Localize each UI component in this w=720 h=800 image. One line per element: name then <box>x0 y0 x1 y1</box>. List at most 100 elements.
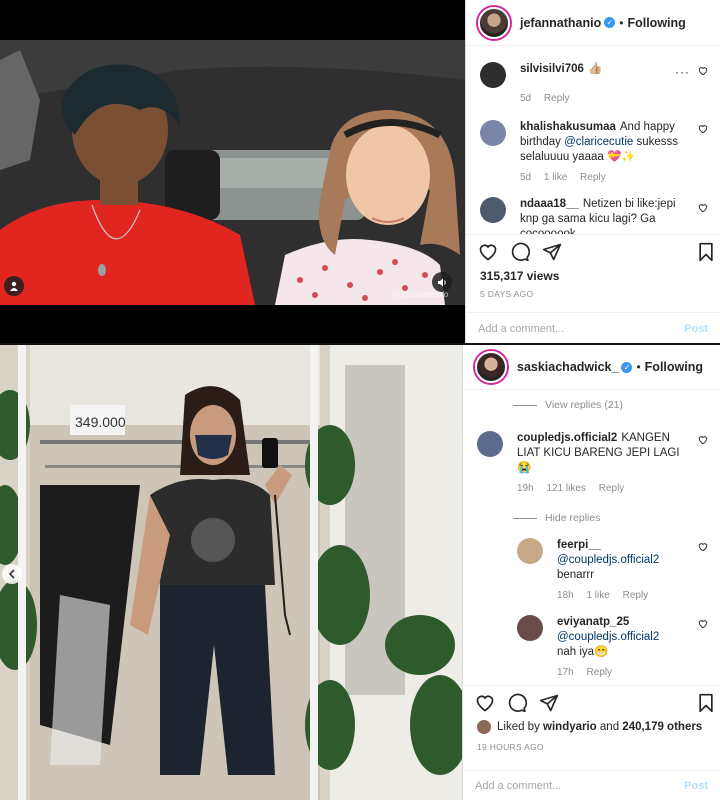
liked-by-avatar[interactable] <box>477 720 491 734</box>
mention-link[interactable]: @coupledjs.official2 <box>557 631 659 643</box>
username[interactable]: saskiachadwick_ <box>517 360 618 374</box>
separator-dot: • <box>619 15 624 30</box>
post-2: 349.000 saskiachadwick_ ✓ • Following Vi… <box>0 345 720 800</box>
share-icon[interactable] <box>542 242 562 262</box>
comments-list[interactable]: silvisilvi706 👍🏼 5d Reply ··· khalishakus… <box>466 62 720 234</box>
comment-username[interactable]: feerpi__ <box>557 539 601 551</box>
like-icon[interactable] <box>475 693 495 713</box>
separator-dot: • <box>636 360 641 374</box>
comment-time[interactable]: 18h <box>557 590 574 601</box>
post-comment-button[interactable]: Post <box>684 780 708 792</box>
price-tag: 349.000 <box>75 414 126 430</box>
like-heart-icon[interactable] <box>698 542 708 552</box>
comment-username[interactable]: coupledjs.official2 <box>517 432 617 444</box>
more-options-icon[interactable]: ··· <box>675 65 690 79</box>
post-2-sidebar: saskiachadwick_ ✓ • Following View repli… <box>462 345 720 800</box>
comment-meta: 17h Reply <box>557 667 680 678</box>
add-comment-input[interactable]: Add a comment... <box>475 780 561 792</box>
view-count[interactable]: 315,317 views <box>466 269 720 283</box>
following-button[interactable]: Following <box>645 360 703 374</box>
share-icon[interactable] <box>539 693 559 713</box>
action-bar <box>463 686 720 720</box>
comment-meta: 5d Reply <box>520 93 680 104</box>
reply-comment: feerpi__ @coupledjs.official2 benarrr 18… <box>463 538 720 601</box>
sound-icon[interactable] <box>432 272 452 292</box>
avatar[interactable] <box>475 351 507 383</box>
post-2-photo[interactable]: 349.000 <box>0 345 462 800</box>
post-actions: 315,317 views 5 DAYS AGO <box>466 234 720 299</box>
comment-username[interactable]: ndaaa18__ <box>520 198 579 210</box>
carousel-prev-icon[interactable] <box>2 564 22 584</box>
avatar[interactable] <box>480 62 506 88</box>
comment-likes[interactable]: 1 like <box>586 590 609 601</box>
comment-time[interactable]: 5d <box>520 172 531 183</box>
bookmark-icon[interactable] <box>696 242 716 262</box>
avatar[interactable] <box>517 615 543 641</box>
reply-button[interactable]: Reply <box>599 483 625 494</box>
add-comment-bar: Add a comment... Post <box>466 312 720 344</box>
add-comment-bar: Add a comment... Post <box>463 770 720 800</box>
reply-button[interactable]: Reply <box>580 172 606 183</box>
liked-by: Liked by windyario and 240,179 others <box>463 720 720 734</box>
avatar[interactable] <box>517 538 543 564</box>
comment-time[interactable]: 5d <box>520 93 531 104</box>
avatar[interactable] <box>480 120 506 146</box>
comment: khalishakusumaa And happy birthday @clari… <box>466 120 720 183</box>
reply-button[interactable]: Reply <box>623 590 649 601</box>
comment-time[interactable]: 19h <box>517 483 534 494</box>
like-heart-icon[interactable] <box>698 124 708 134</box>
following-button[interactable]: Following <box>627 16 685 30</box>
like-heart-icon[interactable] <box>698 66 708 76</box>
comment-username[interactable]: khalishakusumaa <box>520 121 616 133</box>
like-heart-icon[interactable] <box>698 619 708 629</box>
avatar[interactable] <box>480 197 506 223</box>
mention-link[interactable]: @claricecutie <box>564 136 633 148</box>
comment-username[interactable]: eviyanatp_25 <box>557 616 629 628</box>
action-bar <box>466 235 720 269</box>
comment-text: eviyanatp_25 @coupledjs.official2 nah iy… <box>557 615 680 660</box>
like-icon[interactable] <box>478 242 498 262</box>
verified-badge-icon: ✓ <box>621 361 633 373</box>
comment-username[interactable]: silvisilvi706 <box>520 63 584 75</box>
comment-body: benarrr <box>557 569 595 581</box>
comment-body: 👍🏼 <box>587 63 603 75</box>
username[interactable]: jefannathanio <box>520 16 601 30</box>
post-header: saskiachadwick_ ✓ • Following <box>463 345 720 390</box>
liked-by-others[interactable]: 240,179 others <box>622 721 702 733</box>
comment-time[interactable]: 17h <box>557 667 574 678</box>
avatar[interactable] <box>478 6 510 39</box>
comments-list[interactable]: View replies (21) coupledjs.official2 KAN… <box>463 399 720 685</box>
comment-meta: 5d 1 like Reply <box>520 172 680 183</box>
comment-likes[interactable]: 1 like <box>544 172 567 183</box>
post-timestamp[interactable]: 5 DAYS AGO <box>466 289 720 299</box>
comment-text: khalishakusumaa And happy birthday @clari… <box>520 120 680 165</box>
post-header: jefannathanio ✓ • Following <box>466 0 720 46</box>
mention-link[interactable]: @coupledjs.official2 <box>557 554 659 566</box>
avatar[interactable] <box>477 431 503 457</box>
comment-text: feerpi__ @coupledjs.official2 benarrr <box>557 538 680 583</box>
hide-replies-button[interactable]: Hide replies <box>463 512 720 524</box>
comment-likes[interactable]: 121 likes <box>546 483 585 494</box>
liked-by-user[interactable]: windyario <box>543 721 597 733</box>
comment-body: nah iya😁 <box>557 646 609 658</box>
video-watermark: @jefannathanio <box>392 290 449 299</box>
reply-button[interactable]: Reply <box>544 93 570 104</box>
post-1-sidebar: jefannathanio ✓ • Following silvisilvi70… <box>465 0 720 344</box>
comment-text: ndaaa18__ Netizen bi like:jepi knp ga sam… <box>520 197 680 234</box>
view-replies-button[interactable]: View replies (21) <box>463 399 720 411</box>
post-timestamp[interactable]: 19 HOURS AGO <box>463 742 720 752</box>
post-1-video[interactable]: @jefannathanio <box>0 0 465 344</box>
bookmark-icon[interactable] <box>696 693 716 713</box>
comment-icon[interactable] <box>507 693 527 713</box>
add-comment-input[interactable]: Add a comment... <box>478 323 564 335</box>
liked-by-and: and <box>596 721 623 733</box>
post-comment-button[interactable]: Post <box>684 323 708 335</box>
comment: silvisilvi706 👍🏼 5d Reply ··· <box>466 62 720 104</box>
like-heart-icon[interactable] <box>698 203 708 213</box>
reply-button[interactable]: Reply <box>586 667 612 678</box>
comment-icon[interactable] <box>510 242 530 262</box>
reply-comment: eviyanatp_25 @coupledjs.official2 nah iy… <box>463 615 720 678</box>
user-tag-icon[interactable] <box>4 276 24 296</box>
like-heart-icon[interactable] <box>698 435 708 445</box>
comment: coupledjs.official2 KANGEN LIAT KICU BARE… <box>463 431 720 494</box>
